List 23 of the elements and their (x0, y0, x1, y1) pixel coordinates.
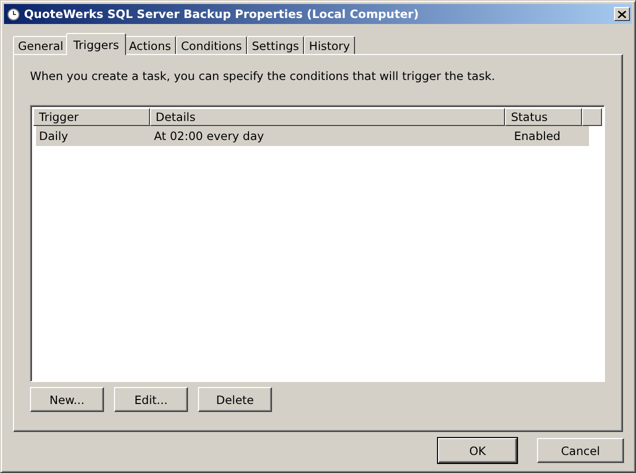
list-button[interactable]: Delete (198, 387, 272, 412)
clock-icon (7, 8, 20, 20)
close-button[interactable] (614, 7, 630, 21)
column-header[interactable]: Details (150, 108, 505, 126)
window-title: QuoteWerks SQL Server Backup Properties (Local Computer) (24, 7, 420, 21)
column-header[interactable]: Trigger (33, 108, 150, 126)
table-cell-text: Daily (38, 129, 70, 143)
dialog-button[interactable]: Cancel (537, 438, 624, 463)
dialog-button[interactable]: OK (438, 438, 517, 463)
column-header-filler (582, 108, 602, 126)
close-icon (618, 10, 626, 18)
table-cell-text: At 02:00 every day (153, 129, 265, 143)
list-button[interactable]: Edit... (114, 387, 188, 412)
tab[interactable]: Conditions (176, 36, 247, 55)
tab[interactable]: General (13, 36, 68, 55)
tab[interactable]: History (304, 36, 355, 55)
list-row[interactable]: Daily At 02:00 every day Enabled (36, 126, 589, 146)
description-text: When you create a task, you can specify the conditions that will trigger the task. (30, 69, 496, 83)
tab[interactable]: Triggers (66, 33, 126, 55)
column-header[interactable]: Status (504, 108, 582, 126)
tab[interactable]: Settings (246, 36, 304, 55)
table-cell-text: Enabled (513, 129, 562, 143)
list-button[interactable]: New... (30, 387, 104, 412)
